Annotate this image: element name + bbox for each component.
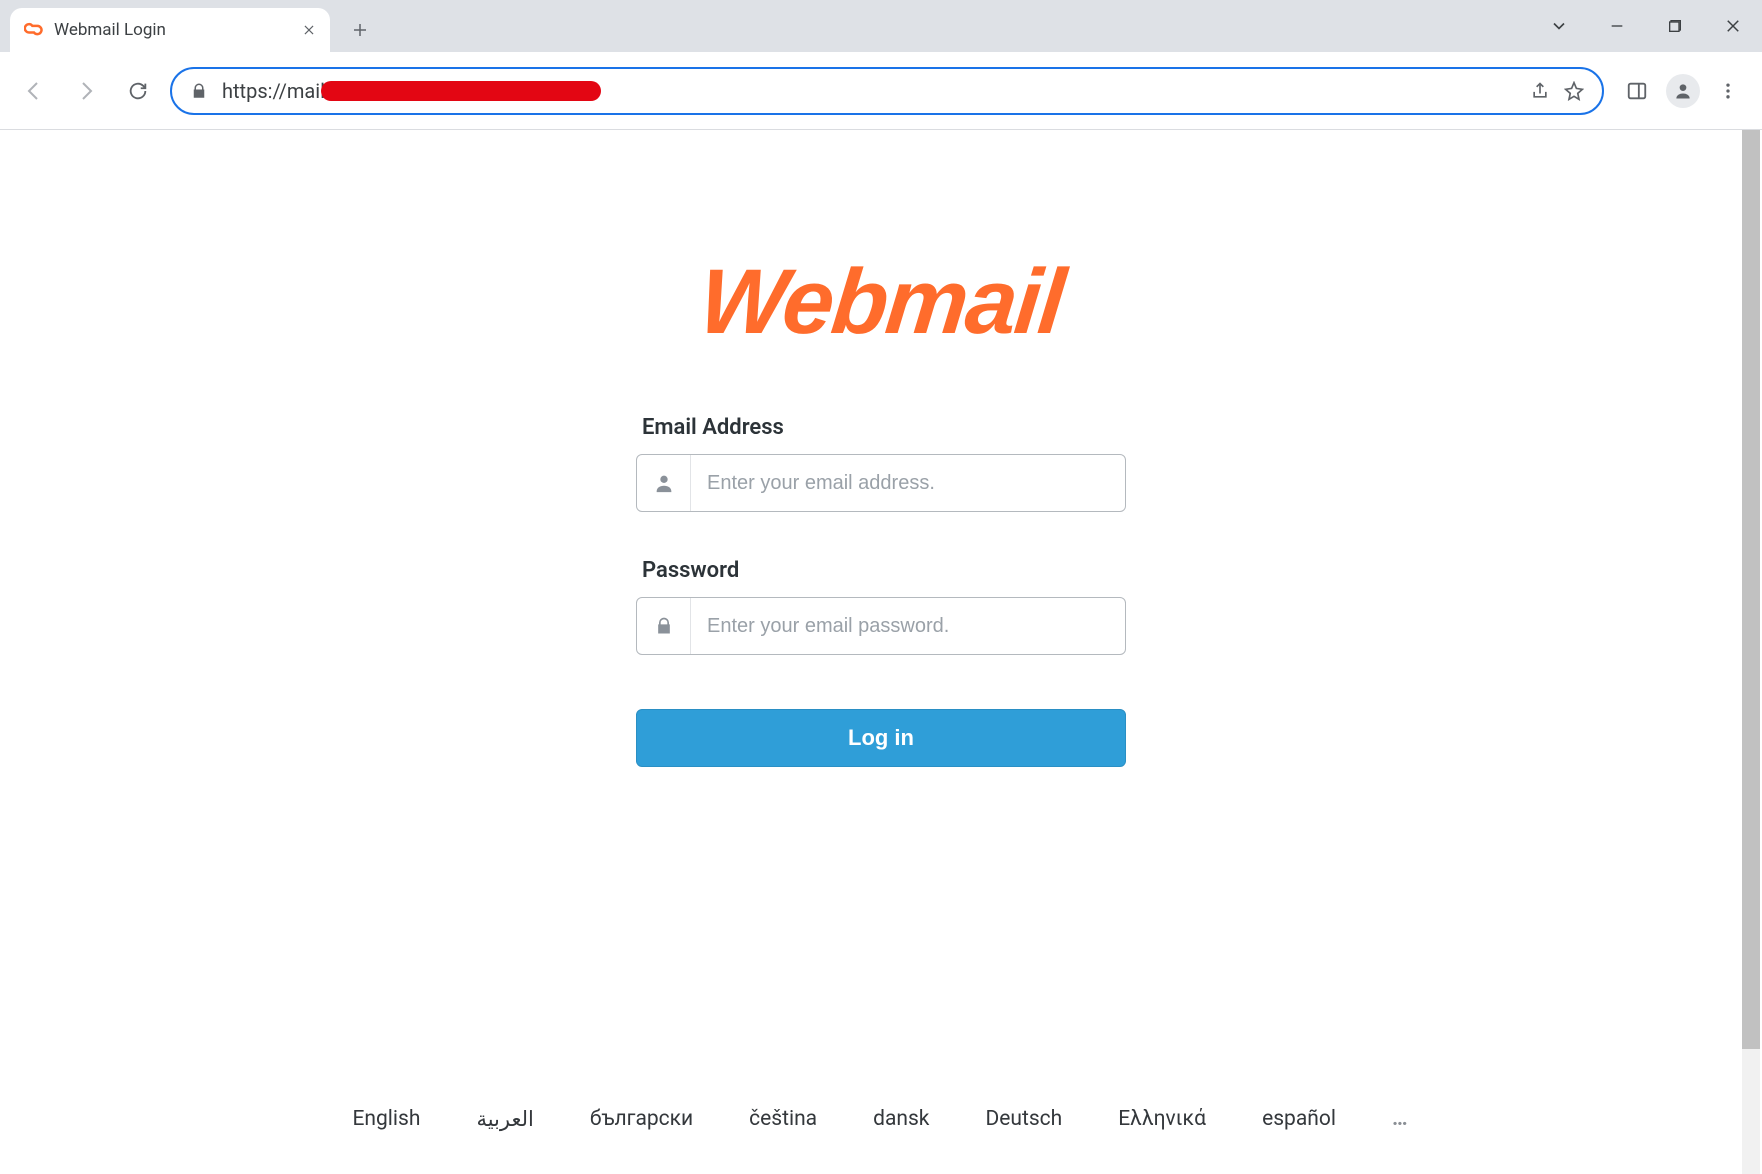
scrollbar-track[interactable] (1742, 130, 1760, 1174)
webmail-logo: Webmail (694, 250, 1068, 355)
browser-chrome: Webmail Login (0, 0, 1762, 130)
lock-icon (190, 82, 208, 100)
reload-button[interactable] (118, 71, 158, 111)
tab-strip: Webmail Login (0, 0, 1762, 52)
back-button[interactable] (14, 71, 54, 111)
close-tab-icon[interactable] (302, 23, 316, 37)
url-visible-text: https://mail (222, 79, 325, 103)
forward-button[interactable] (66, 71, 106, 111)
lang-option[interactable]: български (590, 1107, 693, 1132)
scrollbar-thumb[interactable] (1742, 130, 1760, 1049)
cpanel-favicon-icon (24, 20, 44, 40)
lang-option[interactable]: español (1262, 1107, 1336, 1132)
new-tab-button[interactable] (342, 12, 378, 48)
login-container: Webmail Email Address Password Log in (0, 130, 1762, 767)
email-label: Email Address (642, 415, 1126, 440)
profile-avatar-icon[interactable] (1666, 74, 1700, 108)
login-form: Email Address Password Log in (636, 415, 1126, 767)
browser-tab[interactable]: Webmail Login (10, 8, 330, 52)
maximize-button[interactable] (1646, 4, 1704, 48)
lang-option[interactable]: Ελληνικά (1118, 1107, 1206, 1132)
tab-title: Webmail Login (54, 20, 166, 40)
lock-field-icon (637, 598, 691, 654)
page-viewport: Webmail Email Address Password Log in En… (0, 130, 1762, 1174)
address-bar[interactable]: https://mail (170, 67, 1604, 115)
lang-option[interactable]: العربية (476, 1107, 533, 1132)
password-input[interactable] (691, 598, 1125, 654)
language-selector: English العربية български čeština dansk … (0, 1107, 1762, 1132)
password-label: Password (642, 558, 1126, 583)
lang-option[interactable]: Deutsch (985, 1107, 1062, 1132)
share-icon[interactable] (1530, 81, 1550, 101)
side-panel-icon[interactable] (1626, 80, 1648, 102)
toolbar-right (1616, 74, 1748, 108)
lang-option[interactable]: dansk (873, 1107, 929, 1132)
user-icon (637, 455, 691, 511)
close-window-button[interactable] (1704, 4, 1762, 48)
lang-option[interactable]: English (352, 1107, 420, 1132)
email-input[interactable] (691, 455, 1125, 511)
minimize-button[interactable] (1588, 4, 1646, 48)
email-input-group (636, 454, 1126, 512)
kebab-menu-icon[interactable] (1718, 81, 1738, 101)
window-controls (1530, 0, 1762, 52)
bookmark-star-icon[interactable] (1564, 81, 1584, 101)
browser-toolbar: https://mail (0, 52, 1762, 130)
login-button[interactable]: Log in (636, 709, 1126, 767)
tab-search-button[interactable] (1530, 4, 1588, 48)
lang-option[interactable]: čeština (749, 1107, 817, 1132)
password-input-group (636, 597, 1126, 655)
url-redaction (321, 81, 601, 101)
url-text: https://mail (222, 79, 1516, 103)
more-languages-button[interactable]: … (1392, 1107, 1410, 1132)
